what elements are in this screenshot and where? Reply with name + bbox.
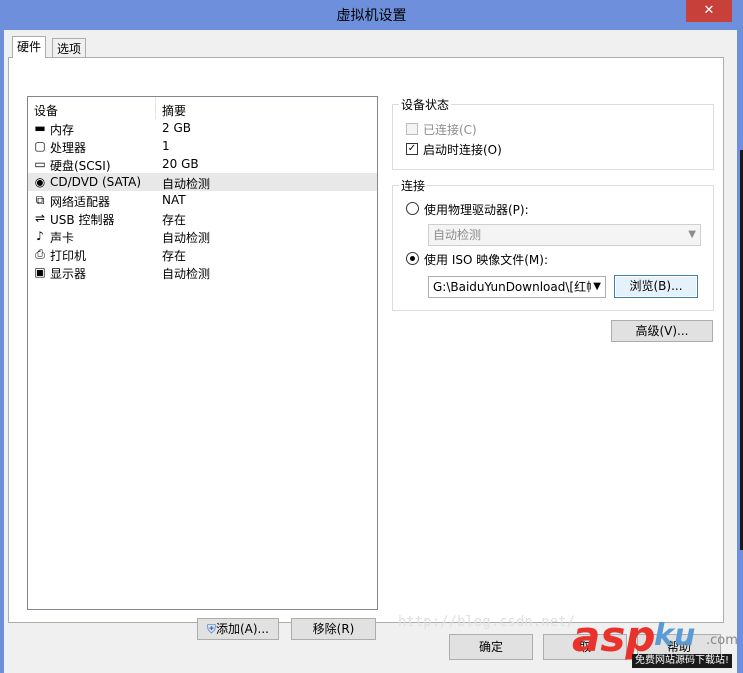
device-name: 显示器 bbox=[50, 267, 87, 281]
blog-watermark: http://blog.csdn.net/ bbox=[398, 614, 576, 630]
browse-button[interactable]: 浏览(B)... bbox=[614, 275, 698, 298]
device-name: CD/DVD (SATA) bbox=[50, 175, 142, 189]
device-list-header: 设备 摘要 bbox=[28, 97, 377, 119]
iso-image-label: 使用 ISO 映像文件(M): bbox=[424, 253, 548, 267]
site-slogan: 免费网站源码下载站! bbox=[632, 654, 733, 668]
dialog-client: 硬件 选项 设备 摘要 ▬ 内存 2 GB ▢ 处理器 1 ▭ 硬盘(SCSI) 20 GB ◉ C… bbox=[4, 30, 737, 673]
connection-legend: 连接 bbox=[399, 177, 428, 194]
site-logo-com: .com bbox=[706, 633, 738, 648]
device-row[interactable]: ▣ 显示器 自动检测 bbox=[28, 263, 377, 281]
cd-dvd-icon: ◉ bbox=[34, 175, 46, 189]
device-row[interactable]: ⎙ 打印机 存在 bbox=[28, 245, 377, 263]
device-name: USB 控制器 bbox=[50, 213, 115, 227]
device-summary: 20 GB bbox=[162, 157, 199, 171]
memory-icon: ▬ bbox=[34, 121, 46, 135]
network-adapter-icon: ⧉ bbox=[35, 193, 45, 207]
device-list[interactable]: 设备 摘要 ▬ 内存 2 GB ▢ 处理器 1 ▭ 硬盘(SCSI) 20 GB ◉ CD/DVD … bbox=[27, 96, 378, 610]
printer-icon: ⎙ bbox=[35, 247, 45, 261]
connection-group: 连接 使用物理驱动器(P): 自动检测 ▼ 使用 ISO 映像文件(M): G:\… bbox=[392, 177, 714, 311]
device-row[interactable]: ▭ 硬盘(SCSI) 20 GB bbox=[28, 155, 377, 173]
title-bar: 虚拟机设置 ✕ bbox=[0, 0, 743, 30]
hardware-panel: 设备 摘要 ▬ 内存 2 GB ▢ 处理器 1 ▭ 硬盘(SCSI) 20 GB ◉ CD/DVD … bbox=[8, 57, 724, 640]
remove-device-button[interactable]: 移除(R) bbox=[291, 618, 376, 640]
device-row[interactable]: ⇌ USB 控制器 存在 bbox=[28, 209, 377, 227]
connected-checkbox[interactable] bbox=[406, 123, 418, 135]
add-device-button[interactable]: ⛨添加(A)... bbox=[197, 618, 279, 640]
window-title: 虚拟机设置 bbox=[336, 8, 407, 24]
physical-drive-value: 自动检测 bbox=[433, 228, 482, 242]
device-summary: 自动检测 bbox=[162, 177, 211, 191]
advanced-button[interactable]: 高级(V)... bbox=[611, 320, 713, 342]
close-icon: ✕ bbox=[703, 3, 715, 18]
device-name: 内存 bbox=[50, 123, 75, 137]
device-summary: 存在 bbox=[162, 213, 187, 227]
device-row[interactable]: ▬ 内存 2 GB bbox=[28, 119, 377, 137]
device-summary: 存在 bbox=[162, 249, 187, 263]
physical-drive-radio[interactable] bbox=[406, 202, 419, 215]
close-button[interactable]: ✕ bbox=[686, 0, 732, 22]
device-row[interactable]: ♪ 声卡 自动检测 bbox=[28, 227, 377, 245]
device-row[interactable]: ▢ 处理器 1 bbox=[28, 137, 377, 155]
device-summary: 自动检测 bbox=[162, 231, 211, 245]
chevron-down-icon: ▼ bbox=[688, 229, 696, 240]
physical-drive-label: 使用物理驱动器(P): bbox=[424, 203, 529, 217]
device-name: 处理器 bbox=[50, 141, 87, 155]
device-summary: 1 bbox=[162, 139, 170, 153]
sound-card-icon: ♪ bbox=[36, 229, 44, 243]
chevron-down-icon: ▼ bbox=[591, 277, 601, 297]
device-summary: 自动检测 bbox=[162, 267, 211, 281]
device-status-legend: 设备状态 bbox=[399, 96, 452, 113]
hard-disk-icon: ▭ bbox=[34, 157, 46, 171]
uac-shield-icon: ⛨ bbox=[206, 622, 216, 636]
connect-at-power-on-label: 启动时连接(O) bbox=[423, 143, 502, 157]
column-header-device[interactable]: 设备 bbox=[34, 102, 58, 119]
usb-icon: ⇌ bbox=[34, 211, 46, 225]
ok-button[interactable]: 确定 bbox=[449, 634, 533, 660]
physical-drive-select[interactable]: 自动检测 ▼ bbox=[428, 224, 701, 246]
device-summary: 2 GB bbox=[162, 121, 191, 135]
device-name: 声卡 bbox=[50, 231, 75, 245]
tab-options[interactable]: 选项 bbox=[52, 38, 87, 58]
device-row[interactable]: ◉ CD/DVD (SATA) 自动检测 bbox=[28, 173, 377, 191]
device-name: 打印机 bbox=[50, 249, 87, 263]
iso-path-value: G:\BaiduYunDownload\[红帽 bbox=[433, 280, 599, 294]
device-summary: NAT bbox=[162, 193, 186, 207]
display-icon: ▣ bbox=[34, 265, 46, 279]
connected-label: 已连接(C) bbox=[423, 123, 477, 137]
device-status-group: 设备状态 已连接(C) ✓ 启动时连接(O) bbox=[392, 96, 714, 170]
site-logo-ku: ku bbox=[654, 618, 696, 653]
device-name: 网络适配器 bbox=[50, 195, 111, 209]
device-row[interactable]: ⧉ 网络适配器 NAT bbox=[28, 191, 377, 209]
tab-hardware[interactable]: 硬件 bbox=[12, 36, 47, 58]
iso-image-radio[interactable] bbox=[406, 252, 419, 265]
column-separator[interactable] bbox=[155, 97, 156, 119]
column-header-summary[interactable]: 摘要 bbox=[162, 102, 186, 119]
add-device-label: 添加(A)... bbox=[215, 622, 270, 636]
connect-at-power-on-checkbox[interactable]: ✓ bbox=[406, 143, 418, 155]
iso-path-combobox[interactable]: G:\BaiduYunDownload\[红帽 ▼ bbox=[428, 276, 606, 298]
processor-icon: ▢ bbox=[34, 139, 46, 153]
device-name: 硬盘(SCSI) bbox=[50, 159, 111, 173]
